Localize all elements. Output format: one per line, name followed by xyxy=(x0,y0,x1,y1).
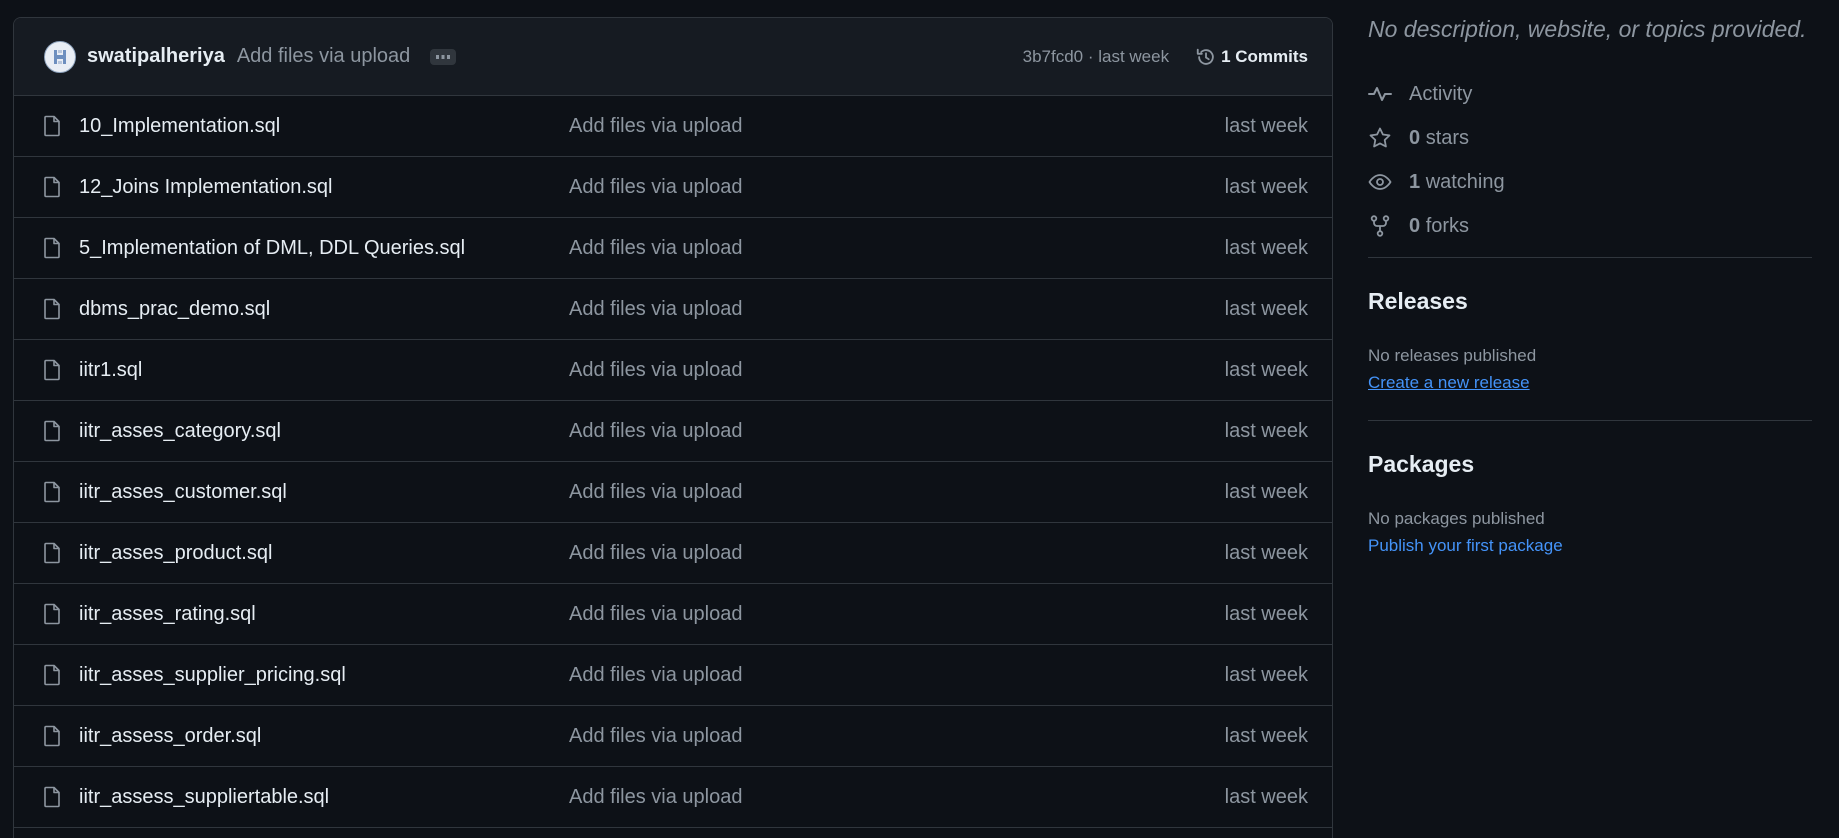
repo-meta-list: Activity 0 stars 1 watching 0 forks xyxy=(1368,72,1505,248)
file-row[interactable]: iitr_asses_product.sql Add files via upl… xyxy=(14,523,1332,584)
file-name[interactable]: iitr_assess_suppliertable.sql xyxy=(79,786,569,809)
file-icon xyxy=(44,359,60,381)
commit-author[interactable]: swatipalheriya xyxy=(87,45,225,68)
file-commit-message[interactable]: Add files via upload xyxy=(569,237,742,260)
file-name[interactable]: 12_Joins Implementation.sql xyxy=(79,176,569,199)
file-name[interactable]: iitr_asses_product.sql xyxy=(79,542,569,565)
commit-details-button[interactable] xyxy=(430,48,457,65)
file-icon xyxy=(44,481,60,503)
file-commit-date: last week xyxy=(1224,297,1308,320)
file-commit-date: last week xyxy=(1224,541,1308,564)
file-icon xyxy=(44,420,60,442)
repo-description: No description, website, or topics provi… xyxy=(1368,16,1807,42)
file-name[interactable]: iitr1.sql xyxy=(79,359,569,382)
releases-heading[interactable]: Releases xyxy=(1368,288,1468,315)
file-icon xyxy=(44,237,60,259)
file-icon xyxy=(44,176,60,198)
file-name[interactable]: 5_Implementation of DML, DDL Queries.sql xyxy=(79,237,569,260)
file-icon xyxy=(44,725,60,747)
watching-label: 1 watching xyxy=(1409,170,1505,193)
file-commit-message[interactable]: Add files via upload xyxy=(569,176,742,199)
commit-message[interactable]: Add files via upload xyxy=(237,45,410,68)
create-release-link[interactable]: Create a new release xyxy=(1368,373,1530,393)
stars-link[interactable]: 0 stars xyxy=(1368,116,1505,160)
file-commit-message[interactable]: Add files via upload xyxy=(569,542,742,565)
divider xyxy=(1368,420,1812,421)
publish-package-link[interactable]: Publish your first package xyxy=(1368,536,1563,556)
file-browser: swatipalheriya Add files via upload 3b7f… xyxy=(13,17,1333,838)
file-commit-date: last week xyxy=(1224,724,1308,747)
activity-link[interactable]: Activity xyxy=(1368,72,1505,116)
file-name[interactable]: dbms_prac_demo.sql xyxy=(79,298,569,321)
activity-label: Activity xyxy=(1409,82,1473,105)
file-commit-date: last week xyxy=(1224,236,1308,259)
file-icon xyxy=(44,603,60,625)
file-commit-date: last week xyxy=(1224,602,1308,625)
file-commit-message[interactable]: Add files via upload xyxy=(569,786,742,809)
divider xyxy=(1368,257,1812,258)
commits-count: 1 Commits xyxy=(1221,46,1308,66)
star-icon xyxy=(1369,127,1391,148)
file-commit-message[interactable]: Add files via upload xyxy=(569,481,742,504)
file-row[interactable]: iitr_asses_rating.sql Add files via uplo… xyxy=(14,584,1332,645)
file-commit-message[interactable]: Add files via upload xyxy=(569,664,742,687)
file-name[interactable]: 10_Implementation.sql xyxy=(79,115,569,138)
file-row[interactable]: iitr_assess_suppliertable.sql Add files … xyxy=(14,767,1332,828)
file-name[interactable]: iitr_asses_customer.sql xyxy=(79,481,569,504)
file-commit-date: last week xyxy=(1224,114,1308,137)
history-icon xyxy=(1196,48,1214,65)
file-name[interactable]: iitr_asses_supplier_pricing.sql xyxy=(79,664,569,687)
commit-hash[interactable]: 3b7fcd0 · last week xyxy=(1023,47,1169,67)
file-commit-date: last week xyxy=(1224,480,1308,503)
packages-heading[interactable]: Packages xyxy=(1368,451,1474,478)
file-row[interactable]: 10_Implementation.sql Add files via uplo… xyxy=(14,96,1332,157)
commits-history-link[interactable]: 1 Commits xyxy=(1195,46,1308,68)
packages-note: No packages published xyxy=(1368,509,1545,528)
stars-label: 0 stars xyxy=(1409,126,1470,149)
file-list: 10_Implementation.sql Add files via uplo… xyxy=(14,96,1332,828)
file-commit-message[interactable]: Add files via upload xyxy=(569,420,742,443)
file-name[interactable]: iitr_assess_order.sql xyxy=(79,725,569,748)
file-icon xyxy=(44,115,60,137)
file-commit-date: last week xyxy=(1224,663,1308,686)
latest-commit-bar: swatipalheriya Add files via upload 3b7f… xyxy=(14,18,1332,96)
file-commit-date: last week xyxy=(1224,358,1308,381)
eye-icon xyxy=(1368,174,1392,190)
watching-link[interactable]: 1 watching xyxy=(1368,160,1505,204)
file-commit-date: last week xyxy=(1224,785,1308,808)
file-commit-date: last week xyxy=(1224,175,1308,198)
file-commit-message[interactable]: Add files via upload xyxy=(569,359,742,382)
ellipsis-icon xyxy=(436,54,451,59)
releases-note: No releases published xyxy=(1368,346,1537,365)
file-commit-message[interactable]: Add files via upload xyxy=(569,603,742,626)
file-commit-message[interactable]: Add files via upload xyxy=(569,725,742,748)
file-row[interactable]: 5_Implementation of DML, DDL Queries.sql… xyxy=(14,218,1332,279)
file-row[interactable]: iitr_assess_order.sql Add files via uplo… xyxy=(14,706,1332,767)
file-commit-date: last week xyxy=(1224,419,1308,442)
avatar[interactable] xyxy=(44,40,76,73)
file-row[interactable]: iitr_asses_customer.sql Add files via up… xyxy=(14,462,1332,523)
file-icon xyxy=(44,298,60,320)
fork-icon xyxy=(1370,215,1390,237)
forks-link[interactable]: 0 forks xyxy=(1368,204,1505,248)
file-row[interactable]: iitr_asses_category.sql Add files via up… xyxy=(14,401,1332,462)
file-icon xyxy=(44,786,60,808)
pulse-icon xyxy=(1368,87,1392,101)
file-commit-message[interactable]: Add files via upload xyxy=(569,115,742,138)
file-row[interactable]: iitr1.sql Add files via upload last week xyxy=(14,340,1332,401)
file-row[interactable]: 12_Joins Implementation.sql Add files vi… xyxy=(14,157,1332,218)
file-row[interactable]: dbms_prac_demo.sql Add files via upload … xyxy=(14,279,1332,340)
file-row[interactable]: iitr_asses_supplier_pricing.sql Add file… xyxy=(14,645,1332,706)
file-name[interactable]: iitr_asses_rating.sql xyxy=(79,603,569,626)
file-name[interactable]: iitr_asses_category.sql xyxy=(79,420,569,443)
file-icon xyxy=(44,542,60,564)
file-commit-message[interactable]: Add files via upload xyxy=(569,298,742,321)
file-icon xyxy=(44,664,60,686)
forks-label: 0 forks xyxy=(1409,214,1470,237)
